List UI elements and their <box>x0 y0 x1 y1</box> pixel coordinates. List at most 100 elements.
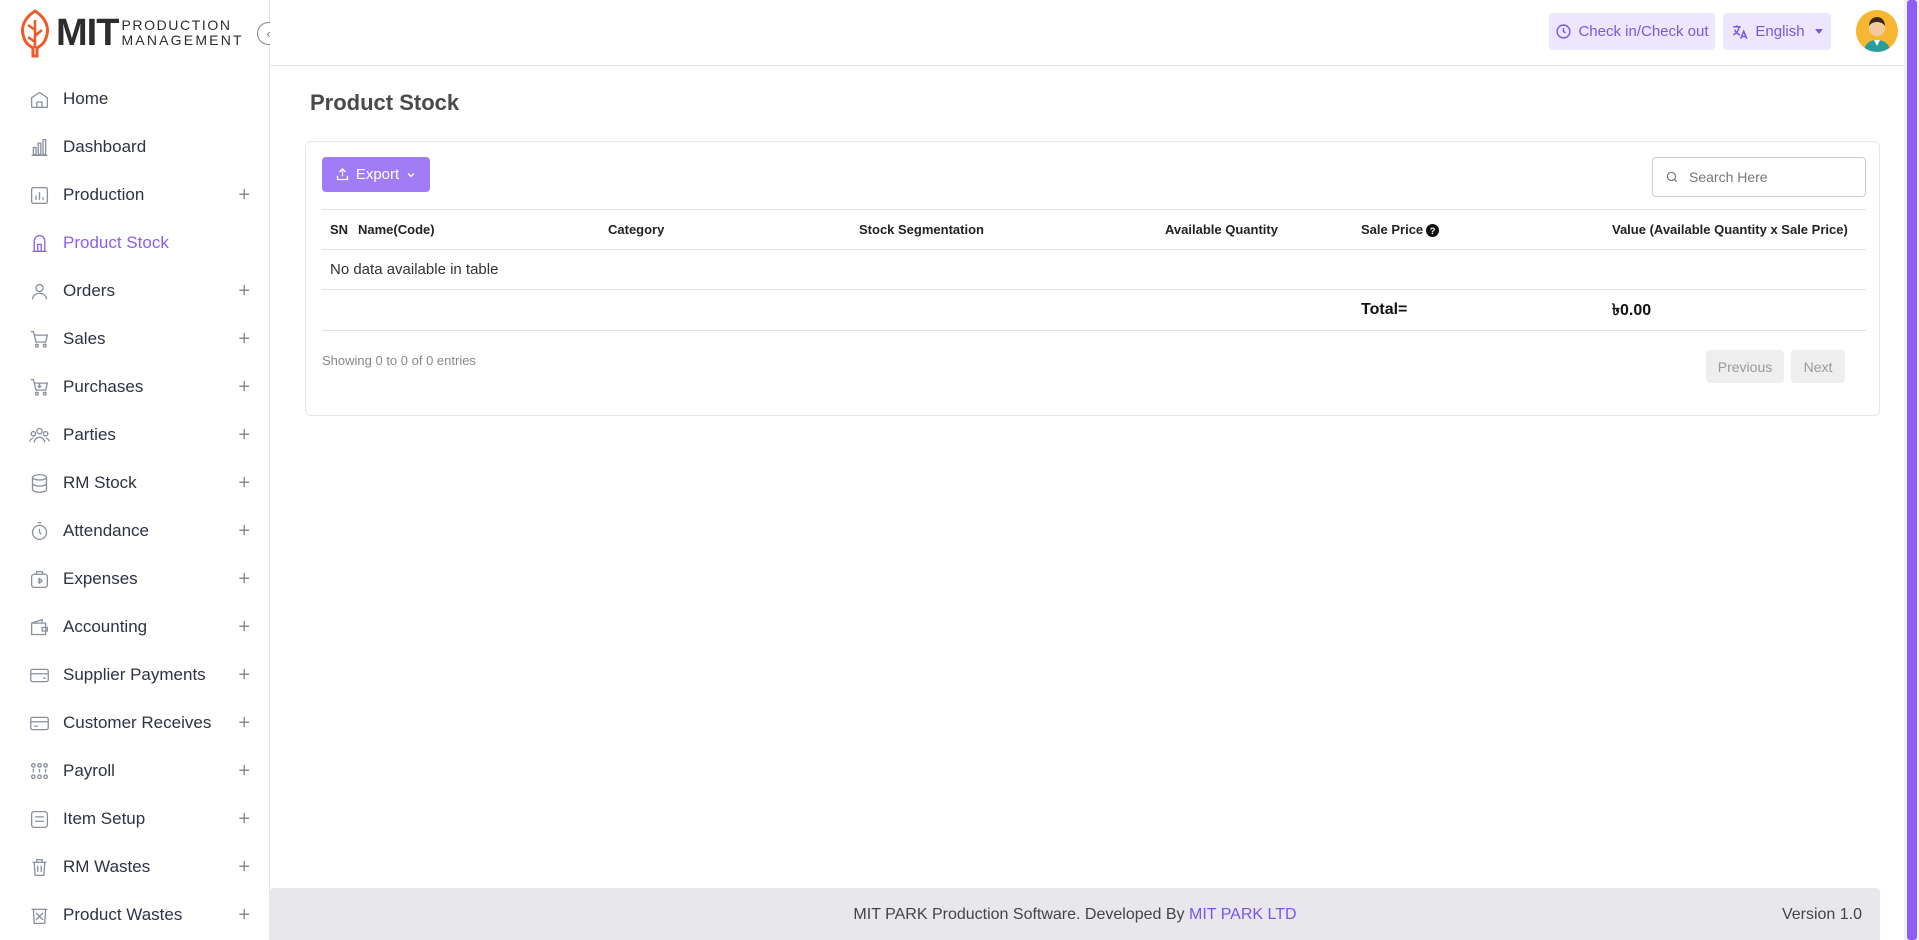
payroll-icon <box>28 760 50 782</box>
plus-icon: + <box>238 807 250 830</box>
sidebar-item-label: Product Wastes <box>63 905 183 924</box>
users-icon <box>28 424 50 446</box>
logo-mark-icon <box>20 9 50 58</box>
export-label: Export <box>355 166 400 183</box>
page-title: Product Stock <box>310 90 460 115</box>
sidebar-item-label: Accounting <box>63 617 148 636</box>
plus-icon: + <box>238 471 250 494</box>
total-label: Total= <box>1353 289 1604 331</box>
language-dropdown[interactable]: English <box>1723 13 1831 50</box>
cart-icon <box>28 328 50 350</box>
sidebar-item-accounting[interactable]: Accounting + <box>0 603 270 651</box>
stopwatch-icon <box>28 520 50 542</box>
sidebar-item-orders[interactable]: Orders + <box>0 267 270 315</box>
page-scrollbar[interactable] <box>1904 0 1919 940</box>
sidebar-item-supplier-payments[interactable]: Supplier Payments + <box>0 651 270 699</box>
sidebar-item-label: Sales <box>63 329 106 348</box>
sidebar-item-label: Payroll <box>63 761 115 780</box>
column-header-category[interactable]: Category <box>600 209 851 250</box>
plus-icon: + <box>238 375 250 398</box>
total-row: Total= ৳0.00 <box>322 289 1866 331</box>
sidebar-item-purchases[interactable]: Purchases + <box>0 363 270 411</box>
column-header-stock-segmentation[interactable]: Stock Segmentation <box>851 209 1157 250</box>
sidebar-item-label: Purchases <box>63 377 144 396</box>
upload-icon <box>336 167 348 181</box>
logo-subtitle-line1: PRODUCTION <box>121 17 232 33</box>
logo-subtitle-line2: MANAGEMENT <box>121 32 244 48</box>
product-stock-icon <box>28 232 50 254</box>
plus-icon: + <box>238 855 250 878</box>
previous-button[interactable]: Previous <box>1706 350 1784 383</box>
sidebar-item-label: Orders <box>63 281 115 300</box>
sidebar-item-label: Product Stock <box>63 233 169 252</box>
sidebar-item-dashboard[interactable]: Dashboard <box>0 123 270 171</box>
next-button[interactable]: Next <box>1791 350 1845 383</box>
plus-icon: + <box>238 279 250 302</box>
column-header-sale-price[interactable]: Sale Price? <box>1353 209 1604 250</box>
money-bag-icon <box>28 568 50 590</box>
sidebar-item-label: Parties <box>63 425 116 444</box>
trash-icon <box>28 856 50 878</box>
sidebar-item-product-wastes[interactable]: Product Wastes + <box>0 891 270 939</box>
check-in-out-button[interactable]: Check in/Check out <box>1549 13 1715 50</box>
plus-icon: + <box>238 663 250 686</box>
sidebar-item-sales[interactable]: Sales + <box>0 315 270 363</box>
card-payment-icon <box>28 664 50 686</box>
plus-icon: + <box>238 903 250 926</box>
user-avatar[interactable] <box>1856 10 1898 52</box>
sidebar-item-production[interactable]: Production + <box>0 171 270 219</box>
empty-row: No data available in table <box>322 249 1866 290</box>
plus-icon: + <box>238 519 250 542</box>
database-icon <box>28 472 50 494</box>
stock-card: Export SN Name(Code) Category Stock Segm… <box>305 141 1880 416</box>
footer-credit: MIT PARK Production Software. Developed … <box>270 906 1880 924</box>
bar-chart-icon <box>28 136 50 158</box>
home-icon <box>28 88 50 110</box>
column-header-sn[interactable]: SN <box>322 209 350 250</box>
sidebar-item-item-setup[interactable]: Item Setup + <box>0 795 270 843</box>
sidebar-menu: Home Dashboard Production + Product Stoc… <box>0 75 270 939</box>
sidebar-item-label: RM Stock <box>63 473 137 492</box>
export-button[interactable]: Export <box>322 157 430 192</box>
sidebar-item-product-stock[interactable]: Product Stock <box>0 219 270 267</box>
sale-price-label: Sale Price <box>1361 221 1424 237</box>
sidebar-item-rm-stock[interactable]: RM Stock + <box>0 459 270 507</box>
sidebar-item-label: Dashboard <box>63 137 147 156</box>
column-header-name[interactable]: Name(Code) <box>350 209 600 250</box>
plus-icon: + <box>238 327 250 350</box>
footer: MIT PARK Production Software. Developed … <box>270 888 1880 940</box>
footer-version: Version 1.0 <box>1781 906 1862 923</box>
sidebar-item-label: Production <box>63 185 145 204</box>
sidebar: MIT PRODUCTION MANAGEMENT ‹ Home Dashboa… <box>0 0 280 940</box>
scrollbar-thumb[interactable] <box>1907 0 1917 940</box>
production-chart-icon <box>28 184 50 206</box>
top-header: Check in/Check out English <box>270 0 1904 66</box>
product-stock-table: SN Name(Code) Category Stock Segmentatio… <box>322 209 1866 331</box>
sidebar-item-label: Item Setup <box>63 809 146 828</box>
brand-logo[interactable]: MIT PRODUCTION MANAGEMENT <box>16 6 244 60</box>
plus-icon: + <box>238 567 250 590</box>
sidebar-item-parties[interactable]: Parties + <box>0 411 270 459</box>
plus-icon: + <box>238 615 250 638</box>
footer-company-link[interactable]: MIT PARK LTD <box>1189 906 1297 923</box>
translate-icon <box>1733 24 1748 39</box>
sidebar-item-home[interactable]: Home <box>0 75 270 123</box>
logo-text: MIT <box>56 11 119 54</box>
sidebar-item-attendance[interactable]: Attendance + <box>0 507 270 555</box>
user-icon <box>28 280 50 302</box>
sidebar-item-customer-receives[interactable]: Customer Receives + <box>0 699 270 747</box>
search-input[interactable] <box>1689 169 1849 185</box>
sidebar-item-rm-wastes[interactable]: RM Wastes + <box>0 843 270 891</box>
avatar-image <box>1856 10 1898 52</box>
column-header-value[interactable]: Value (Available Quantity x Sale Price) <box>1604 209 1866 250</box>
search-box <box>1652 157 1866 197</box>
column-header-available-quantity[interactable]: Available Quantity <box>1157 209 1353 250</box>
help-icon[interactable]: ? <box>1426 224 1440 238</box>
sidebar-item-payroll[interactable]: Payroll + <box>0 747 270 795</box>
sidebar-item-label: Expenses <box>63 569 138 588</box>
sidebar-item-expenses[interactable]: Expenses + <box>0 555 270 603</box>
waste-bin-icon <box>28 904 50 926</box>
footer-credit-text: MIT PARK Production Software. Developed … <box>853 906 1189 923</box>
sidebar-item-label: Home <box>63 89 109 108</box>
clock-icon <box>1556 24 1572 39</box>
